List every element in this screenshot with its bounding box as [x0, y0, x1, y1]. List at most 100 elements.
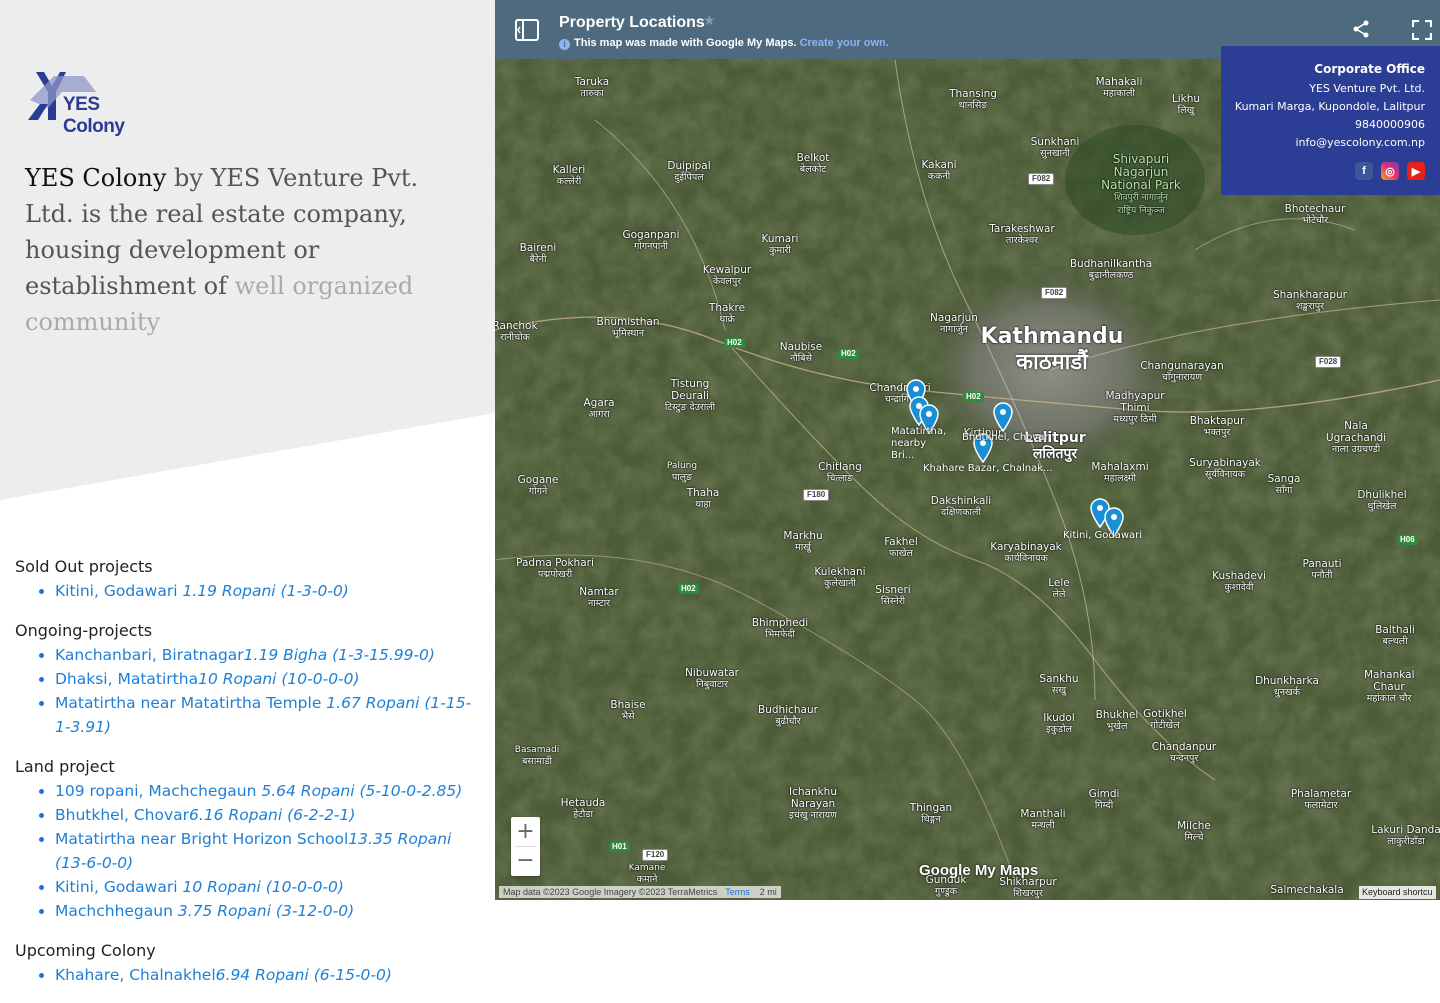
place-label: Budhanilkantha बुढानीलकण्ठ — [1069, 258, 1153, 281]
place-label: Bhaise भैसे — [610, 699, 646, 722]
upcoming-list: Khahare, Chalnakhel6.94 Ropani (6-15-0-0… — [15, 963, 475, 987]
project-place: Khahare, Chalnakhel — [55, 966, 216, 984]
place-label: Mahankal Chaur महांकाल चौर — [1364, 669, 1415, 704]
place-label: Milche मिल्चे — [1177, 820, 1211, 843]
place-label: Suryabinayak सूर्यविनायक — [1189, 457, 1261, 480]
place-label: Kewalpur केवलपुर — [702, 264, 752, 287]
office-phone[interactable]: 9840000906 — [1221, 116, 1425, 134]
list-item[interactable]: Matatirtha near Bright Horizon School13.… — [55, 827, 475, 875]
place-label: Gotikhel गोटीखेल — [1143, 708, 1187, 731]
city-label-kathmandu: Kathmandu काठमाडौं — [980, 324, 1124, 375]
embedded-map[interactable]: Taruka तारुका Thansing थानसिङ Mahakali महाक… — [495, 0, 1440, 900]
place-label: Ichankhu Narayan इचंखु नारायण — [788, 786, 837, 821]
google-my-maps-logo: Google My Maps — [919, 862, 1039, 879]
map-pin-icon[interactable] — [992, 402, 1014, 432]
office-title: Corporate Office — [1314, 62, 1425, 76]
place-label: Lakuri Danda लाकुरीडाँडा — [1371, 824, 1440, 847]
office-email[interactable]: info@yescolony.com.np — [1221, 134, 1425, 152]
corporate-office-card: Corporate Office YES Venture Pvt. Ltd. K… — [1221, 46, 1440, 195]
list-item[interactable]: Machchhegaun 3.75 Ropani (3-12-0-0) — [55, 899, 475, 923]
zoom-out-button[interactable]: − — [511, 846, 540, 875]
youtube-icon[interactable]: ▶ — [1407, 162, 1425, 180]
pin-label: Bhutkhel, Chovar — [962, 432, 1049, 443]
place-label: Bhotechaur भोटेचौर — [1284, 203, 1346, 226]
place-label: Ikudol इकुडोल — [1043, 712, 1075, 735]
list-item[interactable]: Dhaksi, Matatirtha10 Ropani (10-0-0-0) — [55, 667, 475, 691]
list-item[interactable]: Kitini, Godawari 1.19 Ropani (1-3-0-0) — [55, 579, 475, 603]
attribution-text: Map data ©2023 Google Imagery ©2023 Terr… — [503, 887, 718, 897]
social-links: f ◎ ▶ — [1355, 162, 1425, 180]
road-badge: H01 — [609, 842, 630, 852]
list-item[interactable]: Matatirtha near Matatirtha Temple 1.67 R… — [55, 691, 475, 739]
info-icon: i — [559, 39, 570, 50]
pin-label: Kitini, Godawari — [1063, 530, 1143, 541]
place-label: Gogane गोगने — [517, 474, 559, 497]
project-place: 109 ropani, Machchegaun — [55, 782, 262, 800]
road-badge: F028 — [1315, 356, 1342, 368]
office-address: Kumari Marga, Kupondole, Lalitpur — [1234, 100, 1425, 113]
facebook-icon[interactable]: f — [1355, 162, 1373, 180]
create-your-own-link[interactable]: Create your own. — [800, 37, 889, 49]
list-item[interactable]: Bhutkhel, Chovar6.16 Ropani (6-2-2-1) — [55, 803, 475, 827]
fullscreen-icon[interactable] — [1412, 20, 1432, 40]
place-label: Duipipal दुईपिपल — [667, 160, 711, 183]
project-size: 3.75 Ropani (3-12-0-0) — [177, 902, 355, 920]
zoom-in-button[interactable]: + — [511, 817, 540, 846]
road-badge: H02 — [838, 349, 859, 359]
list-item[interactable]: Kanchanbari, Biratnagar1.19 Bigha (1-3-1… — [55, 643, 475, 667]
project-size: 6.94 Ropani (6-15-0-0) — [215, 966, 392, 984]
road-badge: F120 — [642, 849, 669, 861]
place-label: Sankhu सखु — [1039, 673, 1079, 696]
scale-bar[interactable]: 2 mi — [760, 887, 777, 897]
list-item[interactable]: Khahare, Chalnakhel6.94 Ropani (6-15-0-0… — [55, 963, 475, 987]
share-icon[interactable] — [1352, 20, 1370, 38]
place-label: Panauti पनौती — [1302, 558, 1342, 581]
place-label: Dhunkharka धुनखर्क — [1255, 675, 1319, 698]
list-item[interactable]: 109 ropani, Machchegaun 5.64 Ropani (5-1… — [55, 779, 475, 803]
instagram-icon[interactable]: ◎ — [1381, 162, 1399, 180]
place-label: Kushadevi कुशादेवी — [1212, 570, 1266, 593]
yes-colony-logo[interactable]: YES Colony — [26, 70, 156, 137]
logo-text: YES Colony — [63, 94, 125, 137]
keyboard-shortcuts-button[interactable]: Keyboard shortcu — [1359, 886, 1436, 899]
place-label: Nibuwatar निबुवाटार — [685, 667, 739, 690]
section-title-ongoing: Ongoing-projects — [15, 621, 153, 640]
place-label: Baireni बैरेनी — [519, 242, 557, 265]
place-label: Dakshinkali दक्षिणकाली — [930, 495, 992, 518]
place-label: Goganpani गोगनपानी — [622, 229, 680, 252]
road-badge: H02 — [963, 392, 984, 402]
zoom-control: + − — [511, 817, 540, 876]
project-size: 1.19 Bigha (1-3-15.99-0) — [243, 646, 435, 664]
sold-out-list: Kitini, Godawari 1.19 Ropani (1-3-0-0) — [15, 579, 475, 603]
place-label: Taruka तारुका — [574, 76, 610, 99]
place-label: Belkot बेलकोट — [796, 152, 830, 175]
place-label: Karyabinayak कार्यविनायक — [990, 541, 1062, 564]
place-label: Hetauda हेटौडा — [560, 797, 606, 820]
project-place: Matatirtha near Bright Horizon School — [55, 830, 349, 848]
road-badge: H06 — [1397, 535, 1418, 545]
project-place: Bhutkhel, Chovar — [55, 806, 190, 824]
place-label: Nagarjun नागार्जुन — [930, 312, 978, 335]
project-place: Dhaksi, Matatirtha — [55, 670, 199, 688]
place-label: Palung पालुङ — [666, 461, 698, 483]
list-item[interactable]: Kitini, Godawari 10 Ropani (10-0-0-0) — [55, 875, 475, 899]
place-label: Namtar नाम्टार — [579, 586, 619, 609]
toggle-panel-icon[interactable] — [515, 19, 539, 41]
map-attribution: Map data ©2023 Google Imagery ©2023 Terr… — [499, 886, 781, 898]
ongoing-list: Kanchanbari, Biratnagar1.19 Bigha (1-3-1… — [15, 643, 475, 739]
place-label: Tistung Deurali टिस्टुङ देउराली — [664, 378, 716, 413]
project-size: 6.16 Ropani (6-2-2-1) — [189, 806, 356, 824]
place-label: Sunkhani सुनखानी — [1030, 136, 1080, 159]
star-icon[interactable]: ★ — [703, 12, 716, 29]
place-label: Bhimphedi भिमफेदी — [751, 617, 809, 640]
project-size: 10 Ropani (10-0-0-0) — [198, 670, 360, 688]
place-label: Manthali मन्थली — [1020, 808, 1066, 831]
place-label: Chandanpur चन्दनपुर — [1151, 741, 1217, 764]
project-place: Kanchanbari, Biratnagar — [55, 646, 244, 664]
place-label: Gimdi गिम्दी — [1088, 788, 1120, 811]
terms-link[interactable]: Terms — [725, 887, 750, 897]
place-label: Phalametar फलामेटार — [1290, 788, 1352, 811]
place-label: Balthali बल्थली — [1375, 624, 1415, 647]
place-label: Thingan थिङ्गन — [909, 802, 953, 825]
place-label: Kakani ककनी — [921, 159, 957, 182]
